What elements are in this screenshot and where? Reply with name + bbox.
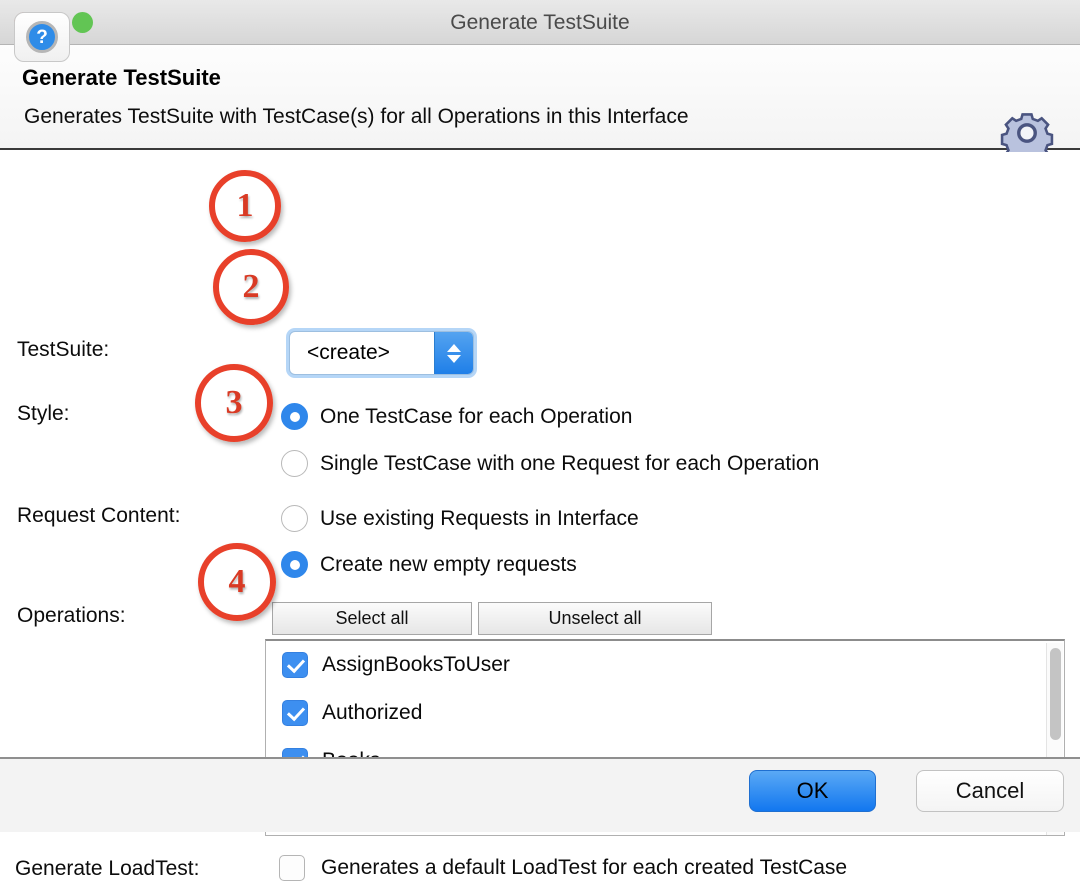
testsuite-combobox-value: <create> (307, 341, 390, 364)
checkbox-icon-checked[interactable] (282, 652, 308, 678)
radio-icon-unselected (281, 450, 308, 477)
chevron-down-icon (447, 354, 461, 363)
window-title: Generate TestSuite (450, 11, 630, 34)
select-all-button[interactable]: Select all (272, 602, 472, 635)
dialog-body: TestSuite: <create> Style: One TestCase … (0, 152, 1080, 881)
request-content-option-existing-label: Use existing Requests in Interface (320, 506, 639, 530)
annotation-marker-1: 1 (209, 170, 281, 242)
list-item[interactable]: Authorized (266, 689, 1064, 737)
radio-icon-unselected (281, 505, 308, 532)
help-button[interactable]: ? (14, 12, 70, 62)
request-content-option-empty-label: Create new empty requests (320, 552, 577, 576)
cancel-button[interactable]: Cancel (916, 770, 1064, 812)
annotation-marker-3: 3 (195, 364, 273, 442)
style-option-single-testcase[interactable]: Single TestCase with one Request for eac… (281, 450, 819, 477)
testsuite-label: TestSuite: (17, 338, 110, 361)
up-down-chevron-icon[interactable] (434, 332, 473, 374)
style-option-one-testcase-label: One TestCase for each Operation (320, 404, 633, 428)
dialog-header: Generate TestSuite Generates TestSuite w… (0, 45, 1080, 164)
header-subtitle: Generates TestSuite with TestCase(s) for… (24, 105, 689, 128)
ok-button[interactable]: OK (749, 770, 876, 812)
scrollbar-thumb[interactable] (1050, 648, 1061, 740)
annotation-marker-2: 2 (213, 249, 289, 325)
request-content-option-empty[interactable]: Create new empty requests (281, 551, 577, 578)
generate-loadtest-label: Generate LoadTest: (15, 857, 200, 880)
request-content-option-existing[interactable]: Use existing Requests in Interface (281, 505, 639, 532)
style-option-one-testcase[interactable]: One TestCase for each Operation (281, 403, 632, 430)
style-option-single-testcase-label: Single TestCase with one Request for eac… (320, 451, 820, 475)
checkbox-icon-checked[interactable] (282, 700, 308, 726)
generate-loadtest-checkbox-label: Generates a default LoadTest for each cr… (321, 856, 848, 879)
annotation-marker-4: 4 (198, 543, 276, 621)
generate-testsuite-dialog: Generate TestSuite Generate TestSuite Ge… (0, 0, 1080, 881)
radio-icon-selected (281, 551, 308, 578)
chevron-up-icon (447, 343, 461, 352)
request-content-label: Request Content: (17, 504, 181, 527)
checkbox-icon-unchecked[interactable] (279, 855, 305, 881)
style-label: Style: (17, 402, 70, 425)
list-item-label: Authorized (322, 701, 423, 724)
question-mark-icon: ? (26, 21, 58, 53)
operations-label: Operations: (17, 604, 126, 627)
list-item[interactable]: AssignBooksToUser (266, 641, 1064, 689)
unselect-all-button[interactable]: Unselect all (478, 602, 712, 635)
window-titlebar: Generate TestSuite (0, 0, 1080, 45)
list-item-label: AssignBooksToUser (322, 653, 510, 676)
header-title: Generate TestSuite (22, 65, 221, 90)
testsuite-combobox[interactable]: <create> (289, 331, 474, 375)
generate-loadtest-checkbox-row[interactable]: Generates a default LoadTest for each cr… (279, 855, 847, 881)
radio-icon-selected (281, 403, 308, 430)
